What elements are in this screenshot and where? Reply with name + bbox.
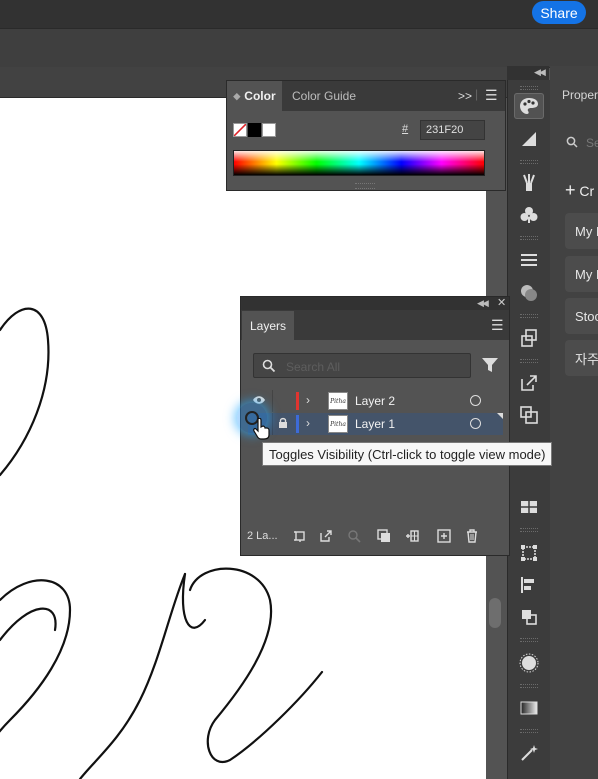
black-swatch[interactable] [248,123,261,137]
tab-color-label: Color [244,89,276,103]
grip-icon[interactable] [520,86,538,90]
collapse-panel-icon[interactable]: ◀◀ [477,298,489,309]
properties-tab[interactable]: Proper [556,80,598,110]
grip-icon[interactable] [520,528,538,532]
panel-resize-grip[interactable] [355,183,375,189]
panel-menu-icon[interactable]: ☰ [491,317,504,334]
color-guide-icon[interactable] [514,126,544,152]
pathfinder-icon[interactable] [514,402,544,428]
layer-thumbnail: Pitha [328,392,348,410]
properties-tab-label: Proper [562,88,598,102]
control-bar [0,28,598,68]
search-icon [566,136,578,151]
hand-pointer-icon [253,418,270,440]
layers-search-box[interactable] [253,353,471,378]
target-circle-icon[interactable] [470,418,481,429]
create-button[interactable]: + Cr [565,180,594,201]
target-circle-icon[interactable] [470,395,481,406]
filter-icon[interactable] [481,357,499,374]
layer-thumbnail: Pitha [328,415,348,433]
none-swatch[interactable] [233,123,247,137]
stroke-icon[interactable] [514,247,544,273]
create-label: Cr [579,183,595,199]
grip-icon[interactable] [520,359,538,363]
divider [272,413,273,435]
export-icon[interactable] [317,526,335,546]
panel-icon-strip [507,80,551,779]
grip-icon[interactable] [520,638,538,642]
grip-icon[interactable] [520,314,538,318]
grip-icon[interactable] [520,160,538,164]
share-button[interactable]: Share [532,1,586,24]
magic-wand-icon[interactable] [514,740,544,766]
panel-menu-icon[interactable]: ☰ [485,87,498,104]
transparency-icon[interactable] [514,280,544,306]
library-item[interactable]: Stoc [565,298,598,334]
expand-panel-icon[interactable]: >> [458,89,472,103]
white-swatch[interactable] [262,123,276,137]
grip-icon[interactable] [520,236,538,240]
layers-footer: 2 La... [241,526,509,548]
color-panel-header: ◆ Color Color Guide >> | ☰ [227,81,505,111]
trash-icon[interactable] [463,526,481,546]
library-item[interactable]: 자주 [565,340,598,376]
export-icon[interactable] [514,370,544,396]
library-item[interactable]: My L [565,213,598,249]
layer-row[interactable]: › Pitha Layer 1 [248,413,503,435]
lock-icon[interactable] [278,417,288,429]
layer-color-indicator [296,415,299,433]
tooltip: Toggles Visibility (Ctrl-click to toggle… [262,442,553,466]
make-clipping-mask-icon[interactable] [375,526,393,546]
arrange-icon[interactable] [514,604,544,630]
artboards-icon[interactable] [514,325,544,351]
color-palette-icon[interactable] [514,93,544,119]
hex-color-input[interactable]: 231F20 [420,120,485,140]
gradient-icon[interactable] [514,695,544,721]
toolstrip-header: ◀◀ [507,66,549,80]
swatch-grid-icon[interactable] [514,494,544,520]
divider [272,390,273,412]
layers-search-input[interactable] [284,358,468,376]
layer-color-indicator [296,392,299,410]
create-sublayer-icon[interactable] [403,526,421,546]
search-icon [262,359,276,373]
color-spectrum[interactable] [233,150,485,176]
tab-color[interactable]: ◆ Color [227,81,282,111]
properties-search-input[interactable]: Se [586,136,598,150]
hex-symbol: # [402,123,409,135]
align-icon[interactable] [514,572,544,598]
layer-row[interactable]: › Pitha Layer 2 [248,390,503,412]
tab-layers[interactable]: Layers [242,311,294,341]
layer-name[interactable]: Layer 1 [355,417,395,431]
appearance-icon[interactable] [514,650,544,676]
layers-panel-titlebar[interactable]: ◀◀ ✕ [241,297,509,310]
vertical-scrollbar-thumb[interactable] [489,598,501,628]
chevron-right-icon[interactable]: › [306,393,310,407]
locate-object-icon[interactable] [345,526,363,546]
layer-name[interactable]: Layer 2 [355,394,395,408]
collapse-panels-icon[interactable]: ◀◀ [534,67,546,78]
collect-for-export-icon[interactable] [291,526,309,546]
app-top-bar [0,0,598,28]
transform-icon[interactable] [514,540,544,566]
symbols-icon[interactable] [514,202,544,228]
create-new-layer-icon[interactable] [435,526,453,546]
grip-icon[interactable] [520,729,538,733]
library-item[interactable]: My L [565,256,598,292]
none-slash-icon [233,123,247,137]
divider: | [475,87,479,101]
properties-panel [550,66,598,779]
plus-icon: + [565,180,576,200]
close-icon[interactable]: ✕ [497,296,506,309]
selection-indicator [497,413,503,419]
panel-toggle-icon[interactable]: ◆ [233,91,240,102]
chevron-right-icon[interactable]: › [306,416,310,430]
brushes-icon[interactable] [514,170,544,196]
grip-icon[interactable] [520,684,538,688]
tab-color-guide[interactable]: Color Guide [285,81,363,111]
layer-count: 2 La... [247,530,278,542]
